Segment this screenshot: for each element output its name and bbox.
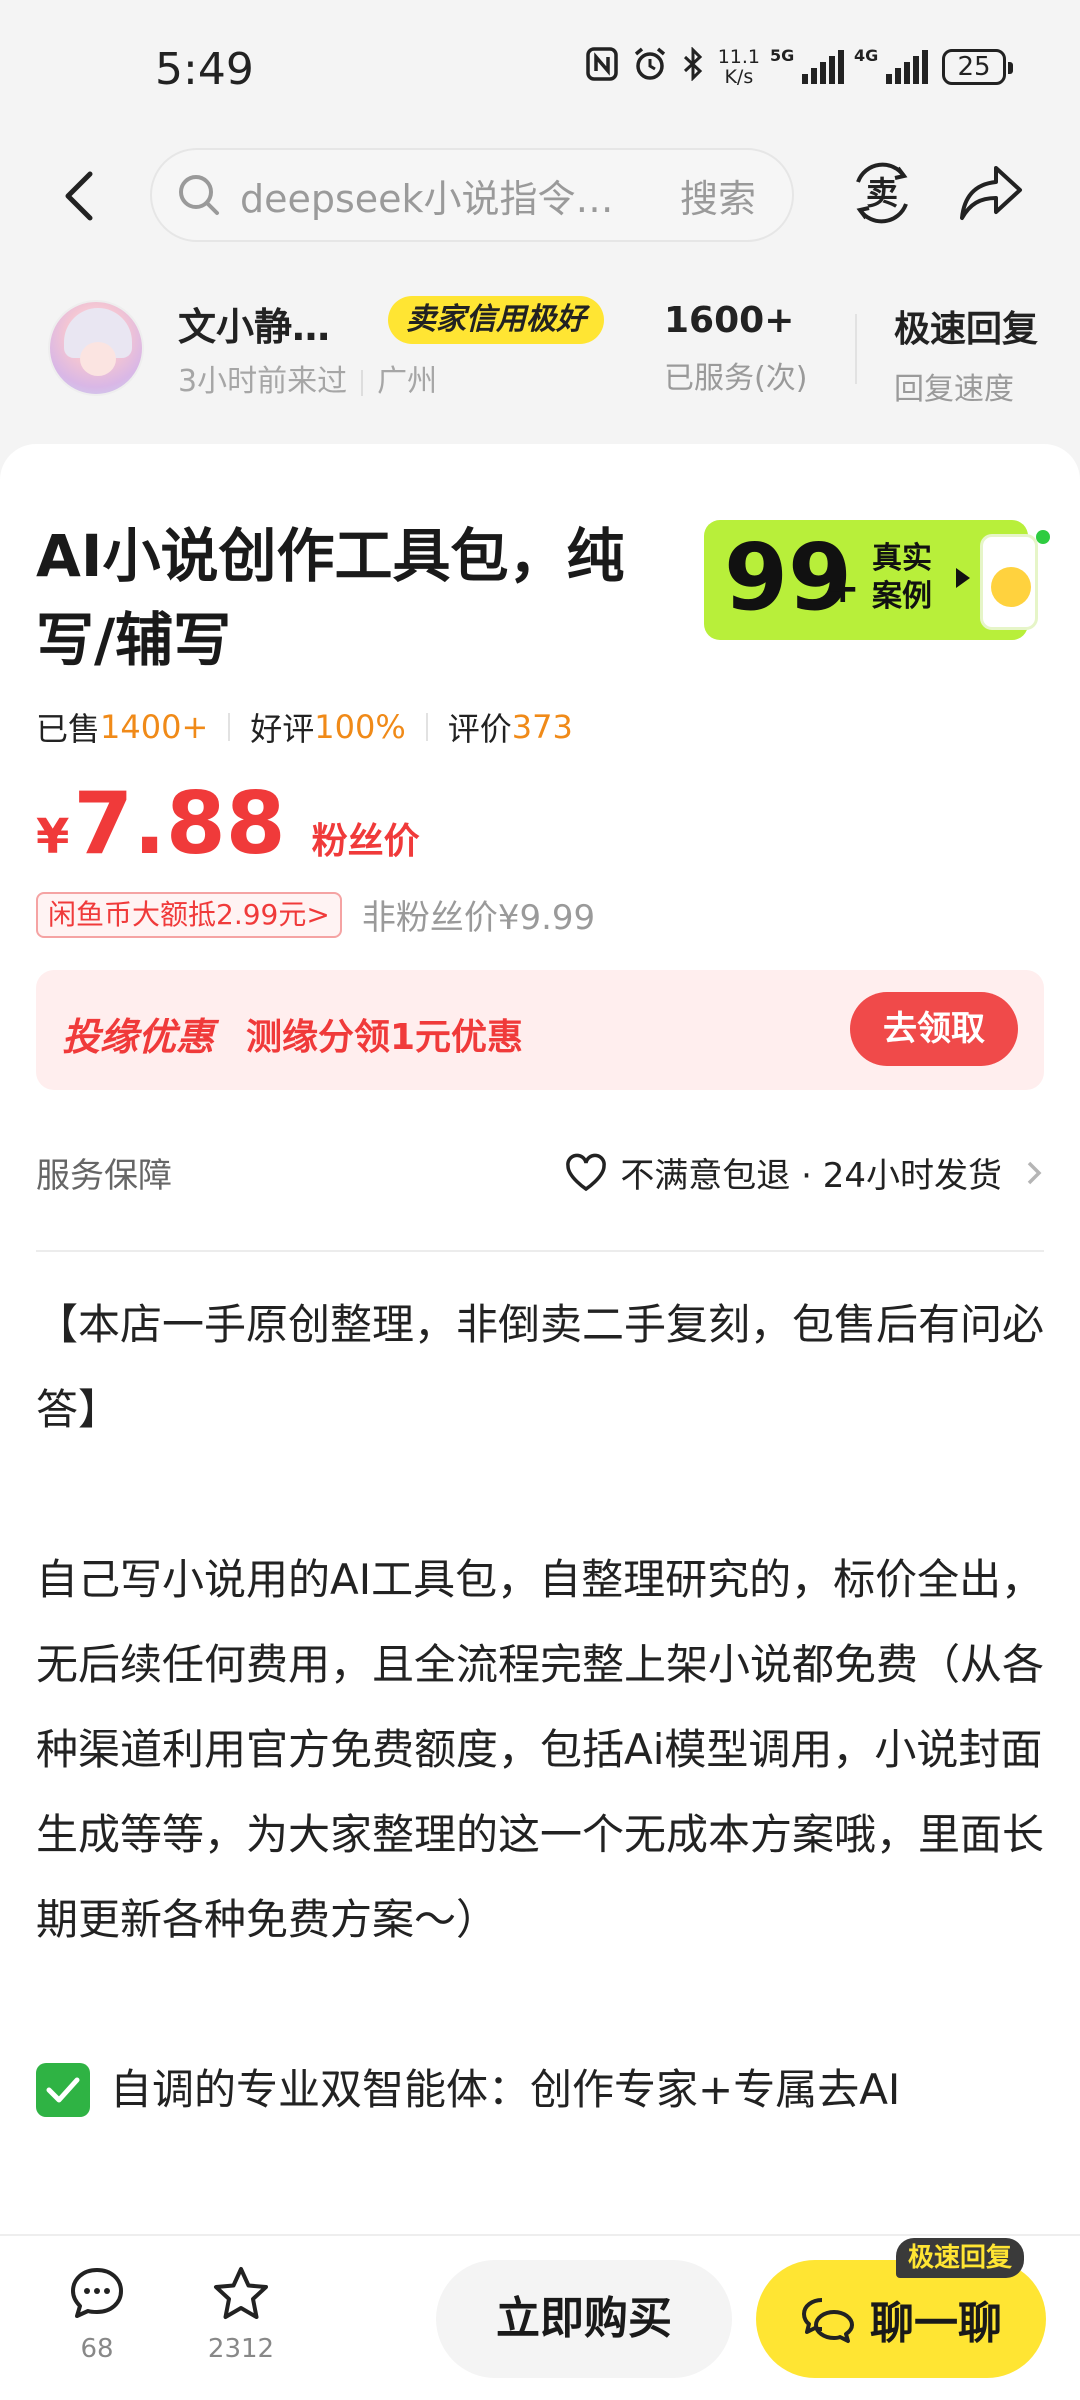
chat-bubbles-icon — [802, 2298, 854, 2343]
alarm-icon — [632, 46, 668, 88]
chat-button-label: 聊一聊 — [870, 2298, 1002, 2349]
favorites-count: 2312 — [207, 2334, 275, 2364]
search-icon — [179, 175, 219, 215]
search-placeholder: deepseek小说指令… — [240, 176, 614, 221]
claim-coupon-button[interactable]: 去领取 — [850, 992, 1018, 1066]
fast-reply-badge: 极速回复 — [896, 2238, 1025, 2278]
sales-metrics: 已售 1400+ 好评 100% 评价 373 — [36, 708, 573, 748]
divider — [36, 1250, 1044, 1252]
star-icon — [214, 2267, 268, 2319]
signal-4g-icon: 4G — [854, 46, 928, 84]
reply-speed-stat: 极速回复 回复速度 — [894, 309, 1039, 407]
seller-info[interactable]: 文小静… 卖家信用极好 3小时前来过 广州 1600+ 已服务(次) 极速回复 回… — [0, 290, 1080, 420]
heart-icon — [566, 1153, 607, 1191]
seller-avatar[interactable] — [48, 300, 144, 396]
coin-discount-badge[interactable]: 闲鱼币大额抵2.99元> — [36, 891, 342, 938]
network-speed: 11.1 K/s — [717, 46, 760, 88]
check-icon — [36, 2062, 90, 2117]
buy-now-button[interactable]: 立即购买 — [436, 2260, 732, 2378]
favorite-button[interactable]: 2312 — [196, 2264, 286, 2364]
comments-button[interactable]: 68 — [52, 2264, 142, 2364]
description-paragraph: 自己写小说用的AI工具包，自整理研究的，标价全出，无后续任何费用，且全流程完整上… — [36, 1555, 1045, 1944]
svg-text:卖: 卖 — [866, 174, 898, 212]
stat-divider — [855, 314, 857, 384]
service-label: 服务保障 — [36, 1156, 172, 1196]
feature-item: 自调的专业双智能体：创作专家+专属去AI — [36, 2047, 1046, 2132]
promo-text: 测缘分领1元优惠 — [246, 1017, 524, 1058]
non-fan-price: 非粉丝价¥9.99 — [361, 898, 596, 938]
status-icons: 11.1 K/s 5G 4G 25 — [585, 46, 1013, 88]
product-title: AI小说创作工具包，纯写/辅写 — [36, 522, 625, 674]
share-icon[interactable] — [958, 162, 1024, 222]
last-seen: 3小时前来过 — [178, 364, 348, 399]
product-card: AI小说创作工具包，纯写/辅写 99 + 真实 案例 已售 1400+ 好评 100%… — [0, 444, 1080, 2234]
service-guarantee[interactable]: 服务保障 不满意包退 · 24小时发货 — [36, 1144, 1044, 1204]
seller-location: 广州 — [377, 364, 438, 399]
comments-count: 68 — [80, 2334, 114, 2364]
online-dot-icon — [1036, 530, 1050, 544]
product-description: 【本店一手原创整理，非倒卖二手复刻，包售后有问必答】 自己写小说用的AI工具包，… — [36, 1282, 1046, 2132]
comment-icon — [71, 2268, 123, 2318]
served-stat: 1600+ 已服务(次) — [664, 300, 808, 396]
battery-icon: 25 — [942, 49, 1013, 85]
chevron-right-icon — [1027, 1161, 1042, 1184]
coin-row: 闲鱼币大额抵2.99元> 非粉丝价¥9.99 — [36, 890, 595, 939]
search-button[interactable]: 搜索 — [680, 168, 756, 223]
sell-icon[interactable]: 卖 — [850, 160, 914, 226]
bluetooth-icon — [682, 46, 704, 87]
price: ¥ 7.88 粉丝价 — [36, 774, 420, 874]
play-arrow-icon — [956, 568, 970, 588]
service-items: 不满意包退 · 24小时发货 — [620, 1156, 1002, 1196]
promo-title: 投缘优惠 — [62, 1015, 215, 1059]
seller-name: 文小静… — [178, 305, 331, 349]
signal-5g-icon: 5G — [770, 46, 844, 84]
real-cases-banner[interactable]: 99 + 真实 案例 — [704, 520, 1050, 640]
promo-banner: 投缘优惠 测缘分领1元优惠 去领取 — [36, 970, 1044, 1090]
status-bar: 5:49 11.1 K/s 5G 4G 25 — [0, 0, 1080, 140]
description-paragraph: 【本店一手原创整理，非倒卖二手复刻，包售后有问必答】 — [36, 1300, 1045, 1434]
nfc-icon — [585, 47, 618, 87]
status-time: 5:49 — [155, 44, 254, 95]
top-nav: deepseek小说指令… 搜索 卖 — [0, 140, 1080, 250]
back-arrow-icon[interactable] — [56, 166, 106, 226]
credit-badge: 卖家信用极好 — [388, 296, 604, 344]
mascot-icon — [980, 534, 1038, 630]
search-input[interactable]: deepseek小说指令… 搜索 — [150, 148, 794, 242]
seller-meta: 3小时前来过 广州 — [178, 356, 437, 400]
